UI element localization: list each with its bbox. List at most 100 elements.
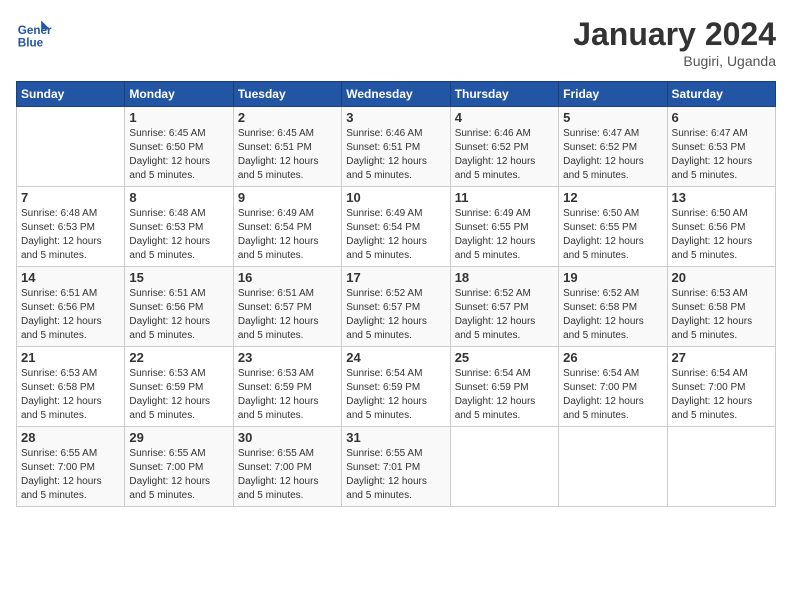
day-number: 9: [238, 190, 337, 205]
day-info: Sunrise: 6:53 AM Sunset: 6:58 PM Dayligh…: [672, 287, 771, 343]
calendar-week-row: 14 Sunrise: 6:51 AM Sunset: 6:56 PM Dayli…: [17, 267, 776, 347]
day-number: 27: [672, 350, 771, 365]
calendar-cell: [17, 107, 125, 187]
day-info: Sunrise: 6:54 AM Sunset: 6:59 PM Dayligh…: [346, 367, 445, 423]
day-number: 8: [129, 190, 228, 205]
calendar-table: SundayMondayTuesdayWednesdayThursdayFrid…: [16, 81, 776, 507]
day-info: Sunrise: 6:48 AM Sunset: 6:53 PM Dayligh…: [21, 207, 120, 263]
day-info: Sunrise: 6:48 AM Sunset: 6:53 PM Dayligh…: [129, 207, 228, 263]
svg-text:General: General: [18, 24, 52, 37]
calendar-cell: 12 Sunrise: 6:50 AM Sunset: 6:55 PM Dayli…: [559, 187, 667, 267]
day-info: Sunrise: 6:46 AM Sunset: 6:52 PM Dayligh…: [455, 127, 554, 183]
calendar-cell: 3Sunrise: 6:46 AM Sunset: 6:51 PM Daylig…: [342, 107, 450, 187]
day-number: 4: [455, 110, 554, 125]
calendar-week-row: 21 Sunrise: 6:53 AM Sunset: 6:58 PM Dayli…: [17, 347, 776, 427]
calendar-cell: 18Sunrise: 6:52 AM Sunset: 6:57 PM Dayli…: [450, 267, 558, 347]
day-number: 2: [238, 110, 337, 125]
day-info: Sunrise: 6:51 AM Sunset: 6:57 PM Dayligh…: [238, 287, 337, 343]
calendar-cell: 5 Sunrise: 6:47 AM Sunset: 6:52 PM Daylig…: [559, 107, 667, 187]
day-info: Sunrise: 6:55 AM Sunset: 7:00 PM Dayligh…: [129, 447, 228, 503]
day-info: Sunrise: 6:52 AM Sunset: 6:58 PM Dayligh…: [563, 287, 662, 343]
day-header-friday: Friday: [559, 82, 667, 107]
calendar-cell: 25 Sunrise: 6:54 AM Sunset: 6:59 PM Dayli…: [450, 347, 558, 427]
day-number: 31: [346, 430, 445, 445]
day-number: 22: [129, 350, 228, 365]
calendar-week-row: 1 Sunrise: 6:45 AM Sunset: 6:50 PM Daylig…: [17, 107, 776, 187]
day-number: 26: [563, 350, 662, 365]
page-header: General Blue January 2024 Bugiri, Uganda: [16, 16, 776, 69]
calendar-cell: 7 Sunrise: 6:48 AM Sunset: 6:53 PM Daylig…: [17, 187, 125, 267]
calendar-cell: 30 Sunrise: 6:55 AM Sunset: 7:00 PM Dayli…: [233, 427, 341, 507]
day-header-saturday: Saturday: [667, 82, 775, 107]
day-info: Sunrise: 6:45 AM Sunset: 6:51 PM Dayligh…: [238, 127, 337, 183]
day-info: Sunrise: 6:55 AM Sunset: 7:00 PM Dayligh…: [238, 447, 337, 503]
calendar-cell: 26Sunrise: 6:54 AM Sunset: 7:00 PM Dayli…: [559, 347, 667, 427]
calendar-cell: 24 Sunrise: 6:54 AM Sunset: 6:59 PM Dayli…: [342, 347, 450, 427]
day-info: Sunrise: 6:55 AM Sunset: 7:01 PM Dayligh…: [346, 447, 445, 503]
location: Bugiri, Uganda: [573, 53, 776, 69]
calendar-body: 1 Sunrise: 6:45 AM Sunset: 6:50 PM Daylig…: [17, 107, 776, 507]
calendar-cell: [667, 427, 775, 507]
day-info: Sunrise: 6:45 AM Sunset: 6:50 PM Dayligh…: [129, 127, 228, 183]
day-number: 24: [346, 350, 445, 365]
calendar-cell: 29 Sunrise: 6:55 AM Sunset: 7:00 PM Dayli…: [125, 427, 233, 507]
day-number: 28: [21, 430, 120, 445]
day-info: Sunrise: 6:51 AM Sunset: 6:56 PM Dayligh…: [129, 287, 228, 343]
day-number: 15: [129, 270, 228, 285]
calendar-cell: 6 Sunrise: 6:47 AM Sunset: 6:53 PM Daylig…: [667, 107, 775, 187]
calendar-cell: 15 Sunrise: 6:51 AM Sunset: 6:56 PM Dayli…: [125, 267, 233, 347]
day-number: 21: [21, 350, 120, 365]
calendar-cell: 27 Sunrise: 6:54 AM Sunset: 7:00 PM Dayli…: [667, 347, 775, 427]
calendar-cell: 4 Sunrise: 6:46 AM Sunset: 6:52 PM Daylig…: [450, 107, 558, 187]
calendar-cell: 28 Sunrise: 6:55 AM Sunset: 7:00 PM Dayli…: [17, 427, 125, 507]
day-number: 25: [455, 350, 554, 365]
day-number: 20: [672, 270, 771, 285]
day-number: 11: [455, 190, 554, 205]
calendar-cell: 31 Sunrise: 6:55 AM Sunset: 7:01 PM Dayli…: [342, 427, 450, 507]
day-number: 14: [21, 270, 120, 285]
calendar-cell: 19Sunrise: 6:52 AM Sunset: 6:58 PM Dayli…: [559, 267, 667, 347]
day-number: 1: [129, 110, 228, 125]
calendar-cell: 16Sunrise: 6:51 AM Sunset: 6:57 PM Dayli…: [233, 267, 341, 347]
day-number: 29: [129, 430, 228, 445]
day-number: 5: [563, 110, 662, 125]
calendar-header-row: SundayMondayTuesdayWednesdayThursdayFrid…: [17, 82, 776, 107]
day-info: Sunrise: 6:53 AM Sunset: 6:59 PM Dayligh…: [238, 367, 337, 423]
day-number: 17: [346, 270, 445, 285]
calendar-cell: 8 Sunrise: 6:48 AM Sunset: 6:53 PM Daylig…: [125, 187, 233, 267]
day-number: 10: [346, 190, 445, 205]
calendar-cell: 13Sunrise: 6:50 AM Sunset: 6:56 PM Dayli…: [667, 187, 775, 267]
day-number: 23: [238, 350, 337, 365]
day-header-wednesday: Wednesday: [342, 82, 450, 107]
day-header-sunday: Sunday: [17, 82, 125, 107]
calendar-week-row: 7 Sunrise: 6:48 AM Sunset: 6:53 PM Daylig…: [17, 187, 776, 267]
calendar-cell: 20 Sunrise: 6:53 AM Sunset: 6:58 PM Dayli…: [667, 267, 775, 347]
day-number: 30: [238, 430, 337, 445]
calendar-cell: 2 Sunrise: 6:45 AM Sunset: 6:51 PM Daylig…: [233, 107, 341, 187]
day-info: Sunrise: 6:51 AM Sunset: 6:56 PM Dayligh…: [21, 287, 120, 343]
day-number: 12: [563, 190, 662, 205]
day-number: 7: [21, 190, 120, 205]
day-header-monday: Monday: [125, 82, 233, 107]
day-info: Sunrise: 6:47 AM Sunset: 6:53 PM Dayligh…: [672, 127, 771, 183]
day-info: Sunrise: 6:50 AM Sunset: 6:55 PM Dayligh…: [563, 207, 662, 263]
day-info: Sunrise: 6:54 AM Sunset: 6:59 PM Dayligh…: [455, 367, 554, 423]
day-number: 3: [346, 110, 445, 125]
day-info: Sunrise: 6:55 AM Sunset: 7:00 PM Dayligh…: [21, 447, 120, 503]
calendar-cell: [559, 427, 667, 507]
calendar-cell: 14 Sunrise: 6:51 AM Sunset: 6:56 PM Dayli…: [17, 267, 125, 347]
calendar-cell: 17Sunrise: 6:52 AM Sunset: 6:57 PM Dayli…: [342, 267, 450, 347]
calendar-cell: 23 Sunrise: 6:53 AM Sunset: 6:59 PM Dayli…: [233, 347, 341, 427]
logo: General Blue: [16, 16, 52, 52]
day-info: Sunrise: 6:53 AM Sunset: 6:59 PM Dayligh…: [129, 367, 228, 423]
day-info: Sunrise: 6:54 AM Sunset: 7:00 PM Dayligh…: [672, 367, 771, 423]
calendar-cell: 22 Sunrise: 6:53 AM Sunset: 6:59 PM Dayli…: [125, 347, 233, 427]
day-info: Sunrise: 6:47 AM Sunset: 6:52 PM Dayligh…: [563, 127, 662, 183]
logo-icon: General Blue: [16, 16, 52, 52]
calendar-cell: 21 Sunrise: 6:53 AM Sunset: 6:58 PM Dayli…: [17, 347, 125, 427]
calendar-cell: [450, 427, 558, 507]
day-info: Sunrise: 6:53 AM Sunset: 6:58 PM Dayligh…: [21, 367, 120, 423]
calendar-week-row: 28 Sunrise: 6:55 AM Sunset: 7:00 PM Dayli…: [17, 427, 776, 507]
day-number: 6: [672, 110, 771, 125]
calendar-cell: 10Sunrise: 6:49 AM Sunset: 6:54 PM Dayli…: [342, 187, 450, 267]
